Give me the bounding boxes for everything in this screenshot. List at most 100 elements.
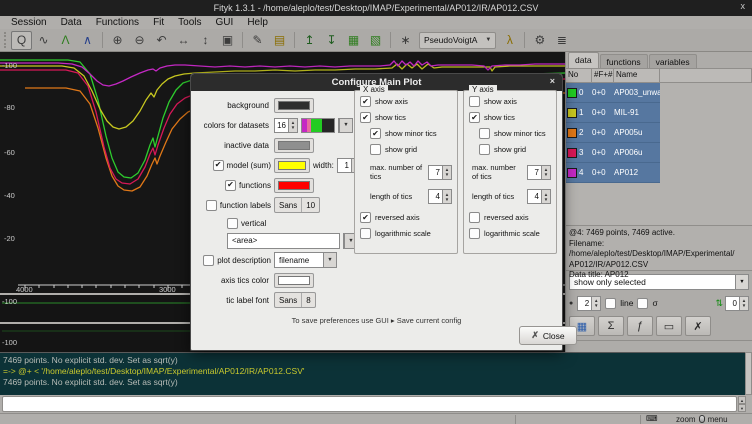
tab-functions[interactable]: functions	[600, 54, 648, 68]
tic-label-font-button[interactable]: Sans 8	[274, 292, 316, 308]
edit-script-icon[interactable]: ✎	[247, 31, 268, 50]
zoom-out-icon[interactable]: ⊖	[129, 31, 150, 50]
chevron-down-icon[interactable]: ▼	[735, 275, 748, 289]
plot-description-dropdown[interactable]: filename ▼	[274, 252, 337, 268]
plot-config-icon[interactable]: ▦	[343, 31, 364, 50]
menu-session[interactable]: Session	[4, 16, 54, 29]
add-peak-icon[interactable]: λ	[499, 31, 520, 50]
auto-add-icon[interactable]: ∗	[395, 31, 416, 50]
define-function-icon[interactable]: ⚙	[529, 31, 550, 50]
output-console[interactable]: 7469 points. No explicit std. dev. Set a…	[0, 352, 745, 395]
fit-vertically-icon[interactable]: ↕	[195, 31, 216, 50]
menu-tools[interactable]: Tools	[171, 16, 208, 29]
menu-help[interactable]: Help	[240, 16, 275, 29]
functions-export-button[interactable]: ƒ	[627, 316, 653, 336]
y-show-minor-tics-checkbox[interactable]	[479, 128, 490, 139]
point-size-stepper[interactable]: 2 ▲▼	[577, 296, 601, 311]
dialog-left-column: background colors for datasets 16 ▲▼ ▼ i…	[197, 95, 369, 310]
zoom-mode-icon[interactable]: Q	[11, 31, 32, 50]
dataset-color-swatch[interactable]	[567, 128, 577, 138]
dataset-color-swatch[interactable]	[567, 168, 577, 178]
functions-checkbox[interactable]	[225, 180, 236, 191]
chevron-down-icon: ▼	[485, 37, 491, 43]
dataset-colors-dropdown[interactable]: ▼	[338, 118, 353, 133]
x-show-minor-tics-checkbox[interactable]	[370, 128, 381, 139]
functions-color-button[interactable]	[274, 178, 314, 193]
y-reversed-checkbox[interactable]	[469, 212, 480, 223]
show-filter-dropdown[interactable]: show only selected ▼	[569, 274, 749, 290]
column-header-ff[interactable]: #F+#	[592, 69, 614, 82]
menu-data[interactable]: Data	[54, 16, 89, 29]
fit-horizontally-icon[interactable]: ↔	[173, 31, 194, 50]
sum-button[interactable]: Σ	[598, 316, 624, 336]
save-image-icon[interactable]: ▧	[365, 31, 386, 50]
model-sum-checkbox[interactable]	[213, 160, 224, 171]
x-logarithmic-checkbox[interactable]	[360, 228, 371, 239]
tab-data[interactable]: data	[568, 52, 599, 68]
function-labels-checkbox[interactable]	[206, 200, 217, 211]
zoom-in-icon[interactable]: ⊕	[107, 31, 128, 50]
background-color-button[interactable]	[274, 98, 314, 113]
y-max-tics-stepper[interactable]: 7▲▼	[527, 165, 551, 180]
y-logarithmic-checkbox[interactable]	[469, 228, 480, 239]
column-header-name[interactable]: Name	[614, 69, 660, 82]
close-button[interactable]: ✗ Close	[519, 326, 577, 345]
table-row[interactable]: 4 0+0 AP012	[566, 163, 660, 183]
command-history-stepper[interactable]: ▲▼	[738, 396, 746, 412]
inactive-data-color-button[interactable]	[274, 138, 314, 153]
label-format-dropdown[interactable]: <area>	[227, 233, 340, 249]
menu-gui[interactable]: GUI	[209, 16, 241, 29]
aux2-tick-label: -100	[2, 338, 17, 347]
axis-tics-color-button[interactable]	[274, 273, 314, 288]
zoom-previous-icon[interactable]: ↶	[151, 31, 172, 50]
y-show-tics-checkbox[interactable]	[469, 112, 480, 123]
table-row[interactable]: 2 0+0 AP005u	[566, 123, 660, 143]
y-show-grid-checkbox[interactable]	[479, 144, 490, 155]
dataset-colors-stepper[interactable]: 16 ▲▼	[274, 118, 298, 133]
menu-fit[interactable]: Fit	[146, 16, 171, 29]
table-row[interactable]: 0 0+0 AP003_unwa...	[566, 83, 660, 103]
console-scrollbar[interactable]	[745, 352, 752, 395]
window-close-icon[interactable]: x	[741, 1, 746, 11]
dataset-color-swatch[interactable]	[567, 108, 577, 118]
x-show-axis-checkbox[interactable]	[360, 96, 371, 107]
transform-button[interactable]: ▭	[656, 316, 682, 336]
y-shift-stepper[interactable]: 0 ▲▼	[725, 296, 749, 311]
x-max-tics-stepper[interactable]: 7▲▼	[428, 165, 452, 180]
add-peak-mode-icon[interactable]: Λ	[55, 31, 76, 50]
zoom-all-icon[interactable]: ▣	[217, 31, 238, 50]
tab-variables[interactable]: variables	[649, 54, 697, 68]
dataset-color-swatch[interactable]	[567, 88, 577, 98]
model-color-button[interactable]	[274, 158, 310, 173]
peak-type-dropdown[interactable]: PseudoVoigtA ▼	[419, 32, 496, 49]
function-labels-font-button[interactable]: Sans 10	[274, 197, 320, 213]
dataset-colors-strip[interactable]	[301, 118, 335, 133]
command-input[interactable]	[2, 396, 737, 412]
menu-functions[interactable]: Functions	[89, 16, 146, 29]
x-show-grid-checkbox[interactable]	[370, 144, 381, 155]
save-session-icon[interactable]: ↧	[321, 31, 342, 50]
x-tics-length-stepper[interactable]: 4▲▼	[428, 189, 452, 204]
line-checkbox[interactable]	[605, 298, 616, 309]
dataset-ff: 0+0	[592, 168, 614, 177]
table-row[interactable]: 1 0+0 MIL-91	[566, 103, 660, 123]
vertical-checkbox[interactable]	[227, 218, 238, 229]
x-show-tics-checkbox[interactable]	[360, 112, 371, 123]
execute-icon[interactable]: ≣	[551, 31, 572, 50]
table-row[interactable]: 3 0+0 AP006u	[566, 143, 660, 163]
x-reversed-checkbox[interactable]	[360, 212, 371, 223]
dataset-color-swatch[interactable]	[567, 148, 577, 158]
dialog-close-icon[interactable]: ×	[550, 76, 555, 86]
dataset-no: 0	[579, 88, 583, 97]
drag-peak-mode-icon[interactable]: ∧	[77, 31, 98, 50]
open-session-icon[interactable]: ↥	[299, 31, 320, 50]
data-range-mode-icon[interactable]: ∿	[33, 31, 54, 50]
plot-description-checkbox[interactable]	[203, 255, 214, 266]
column-header-no[interactable]: No	[566, 69, 592, 82]
font-size: 10	[301, 198, 319, 212]
y-show-axis-checkbox[interactable]	[469, 96, 480, 107]
delete-button[interactable]: ✗	[685, 316, 711, 336]
session-log-icon[interactable]: ▤	[269, 31, 290, 50]
sigma-checkbox[interactable]	[637, 298, 648, 309]
y-tics-length-stepper[interactable]: 4▲▼	[527, 189, 551, 204]
